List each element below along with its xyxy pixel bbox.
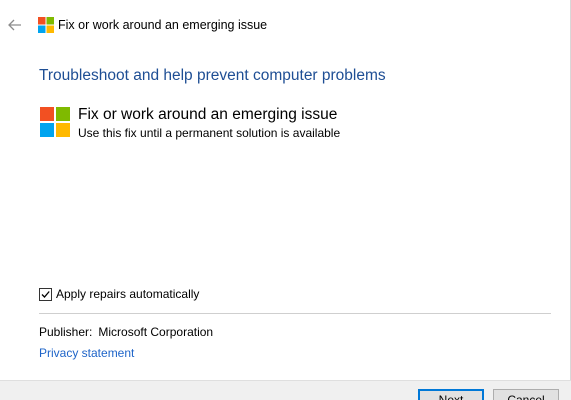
- page-heading: Troubleshoot and help prevent computer p…: [39, 67, 386, 84]
- publisher-name: Microsoft Corporation: [98, 325, 214, 339]
- next-button[interactable]: Next: [418, 389, 484, 400]
- checkmark-icon: [41, 291, 50, 298]
- fix-title: Fix or work around an emerging issue: [78, 106, 338, 123]
- footer-bar: Next Cancel: [0, 380, 571, 400]
- publisher-label: Publisher:: [39, 325, 93, 339]
- windows-logo-icon: [38, 17, 54, 33]
- fix-subtitle: Use this fix until a permanent solution …: [78, 126, 341, 140]
- title-bar: Fix or work around an emerging issue: [0, 0, 571, 48]
- apply-repairs-checkbox[interactable]: [39, 288, 52, 301]
- cancel-button[interactable]: Cancel: [493, 389, 559, 400]
- publisher-info: Publisher: Microsoft Corporation: [39, 325, 213, 340]
- back-button[interactable]: [4, 14, 26, 36]
- back-arrow-icon[interactable]: [8, 19, 22, 31]
- apply-repairs-label[interactable]: Apply repairs automatically: [56, 287, 199, 302]
- apply-repairs-option[interactable]: Apply repairs automatically: [39, 287, 199, 302]
- troubleshooter-window: Fix or work around an emerging issue Tro…: [0, 0, 571, 400]
- microsoft-logo-icon: [40, 107, 70, 137]
- privacy-statement-link[interactable]: Privacy statement: [39, 346, 134, 361]
- divider: [39, 313, 551, 314]
- window-title: Fix or work around an emerging issue: [58, 18, 268, 32]
